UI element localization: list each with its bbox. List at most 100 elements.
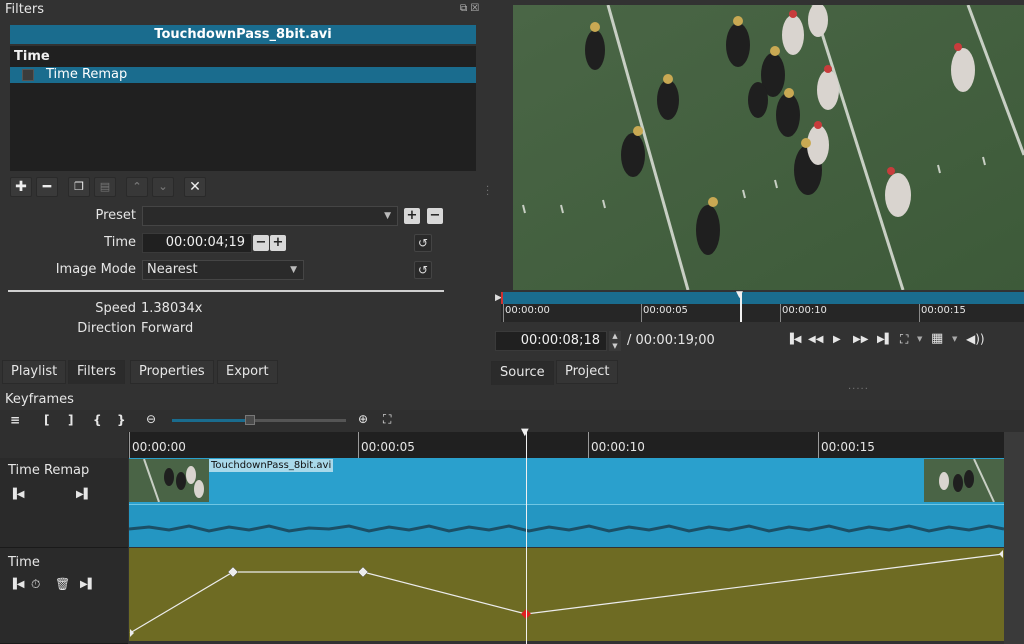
delete-preset-button[interactable]: − [427,208,443,224]
set-second-simple-keyframe-button[interactable]: } [117,413,126,427]
volume-icon[interactable]: ◀)) [966,332,985,346]
set-filter-end-button[interactable]: ] [68,413,73,427]
playhead-marker-icon: ▼ [521,427,529,438]
image-mode-label: Image Mode [55,262,136,277]
keyframe[interactable] [227,566,239,578]
tab-source[interactable]: Source [491,361,554,385]
save-preset-button[interactable]: + [404,208,420,224]
stopwatch-icon[interactable]: ⏱ [31,577,40,592]
direction-label: Direction [77,321,136,336]
vertical-scrollbar[interactable] [1004,432,1024,644]
keyframe[interactable] [130,629,134,637]
divider [8,290,444,292]
zoom-slider[interactable] [172,415,346,425]
splitter-handle[interactable]: · · · [486,183,489,201]
time-spin-buttons[interactable]: ▲ ▼ [609,331,621,351]
ruler-tick [919,304,920,322]
track-header-spacer [0,432,128,458]
image-mode-combo[interactable]: Nearest ▼ [142,260,304,280]
zoom-fit-icon[interactable]: ⛶ [383,412,391,427]
ruler-tick [780,304,781,322]
play-icon[interactable]: ▶ [833,334,841,345]
keyframe[interactable] [999,550,1003,558]
keyframe[interactable] [357,566,369,578]
remove-filter-button[interactable]: ━ [36,177,58,197]
dock-float-close-icons[interactable]: ⧉ ☒ [460,3,479,14]
preset-combo[interactable]: ▼ [142,206,398,226]
skip-to-start-icon[interactable]: ▐◀ [786,334,801,345]
time-increment-button[interactable]: + [270,235,286,251]
filter-list-item-time-remap[interactable]: Time Remap [10,67,476,83]
keyframes-dock-title: Keyframes [5,392,74,407]
tab-project[interactable]: Project [556,360,619,384]
skip-to-end-icon[interactable]: ▶▌ [877,334,892,345]
chevron-down-icon[interactable]: ▼ [952,335,957,343]
video-viewer[interactable] [513,5,1024,290]
filter-clip-name: TouchdownPass_8bit.avi [10,25,476,44]
ruler-label: 00:00:05 [643,305,688,316]
next-keyframe-icon[interactable]: ▶▌ [76,489,91,500]
image-mode-reset-button[interactable]: ↺ [414,261,432,279]
ruler-label: 00:00:05 [361,440,415,454]
ruler-tick [503,304,504,322]
previous-keyframe-icon[interactable]: ▐◀ [9,579,24,590]
speed-label: Speed [95,301,136,316]
previous-keyframe-icon[interactable]: ▐◀ [9,489,24,500]
chevron-down-icon[interactable]: ▼ [917,335,922,343]
keyframe-curve [129,550,1004,637]
fast-forward-icon[interactable]: ▶▶ [853,334,868,345]
ruler-tick [818,432,819,458]
ruler-label: 00:00:15 [921,305,966,316]
speed-value: 1.38034x [141,301,203,316]
time-field[interactable]: 00:00:04;19 [142,233,252,253]
waveform-graphic [128,524,1005,533]
time-keyframes-area[interactable] [129,548,1004,641]
direction-value: Forward [141,321,194,336]
track-header-time[interactable]: Time ▐◀ ⏱ 🗑 ▶▌ [0,548,128,644]
total-duration: / 00:00:19;00 [627,333,715,348]
time-reset-button[interactable]: ↺ [414,234,432,252]
zoom-icon[interactable]: ⛶ [900,332,908,347]
current-time-field[interactable]: 00:00:08;18 [495,331,607,351]
track-header-time-remap[interactable]: Time Remap ▐◀ ▶▌ [0,458,128,548]
clip[interactable]: TouchdownPass_8bit.avi [128,458,1005,547]
set-filter-start-button[interactable]: [ [44,413,49,427]
clip-name: TouchdownPass_8bit.avi [209,459,334,472]
keyframes-playhead[interactable] [526,432,527,644]
ruler-label: 00:00:00 [505,305,550,316]
clip-thumbnail-end [924,459,1004,502]
preset-label: Preset [95,208,136,223]
tab-export[interactable]: Export [217,360,278,384]
set-first-simple-keyframe-button[interactable]: { [93,413,102,427]
filter-enable-checkbox[interactable] [22,69,34,81]
trash-icon[interactable]: 🗑 [55,577,70,591]
ruler-label: 00:00:00 [132,440,186,454]
zoom-out-icon[interactable]: ⊖ [146,412,156,426]
tab-filters[interactable]: Filters [68,360,125,384]
move-filter-up-button[interactable]: ⌃ [126,177,148,197]
rewind-icon[interactable]: ◀◀ [808,334,823,345]
image-mode-value: Nearest [147,262,198,277]
time-decrement-button[interactable]: − [253,235,269,251]
zoom-in-icon[interactable]: ⊕ [358,412,368,426]
next-keyframe-icon[interactable]: ▶▌ [80,579,95,590]
copy-filter-button[interactable]: ❐ [68,177,90,197]
filter-list[interactable]: Time Time Remap [10,46,476,171]
tab-playlist[interactable]: Playlist [2,360,67,384]
deselect-filter-button[interactable]: ✕ [184,177,206,197]
move-filter-down-button[interactable]: ⌄ [152,177,174,197]
player-ruler[interactable]: 00:00:00 00:00:05 00:00:10 00:00:15 ▼ [501,290,1024,322]
football-video-frame [513,5,1024,290]
grid-icon[interactable]: ▦ [931,331,943,346]
keyframes-menu-button[interactable]: ≡ [10,413,20,427]
paste-filter-button[interactable]: ▤ [94,177,116,197]
ruler-label: 00:00:10 [782,305,827,316]
splitter-handle[interactable]: ····· [848,384,869,395]
keyframes-ruler[interactable]: 00:00:00 00:00:05 00:00:10 00:00:15 [128,432,1004,458]
add-filter-button[interactable]: ✚ [10,177,32,197]
track-name: Time Remap [8,463,90,478]
tab-properties[interactable]: Properties [130,360,214,384]
ruler-tick [588,432,589,458]
zoom-slider-handle[interactable] [245,415,256,425]
filters-dock-title: Filters [5,2,44,17]
